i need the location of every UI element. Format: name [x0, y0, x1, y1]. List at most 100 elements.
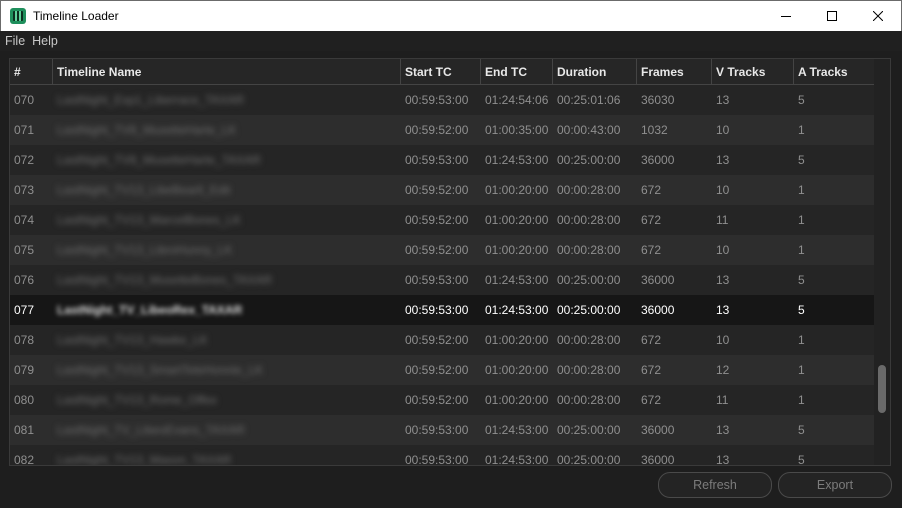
cell-duration: 00:25:00:00 — [557, 423, 621, 437]
window-controls — [763, 1, 901, 31]
scrollbar-thumb[interactable] — [878, 365, 886, 413]
table-row[interactable]: 076 LastNight_TV13_MusetteBones_TAXAR 00:5… — [10, 265, 876, 295]
column-header-frames[interactable]: Frames — [637, 59, 712, 85]
cell-duration: 00:00:28:00 — [557, 333, 621, 347]
table-row[interactable]: 079 LastNight_TV13_SmartTeleHonnie_LK 00:5… — [10, 355, 876, 385]
table-row[interactable]: 082 LastNight_TV13_Mason_TAXAR 00:59:53:00… — [10, 445, 876, 466]
close-button[interactable] — [855, 1, 901, 31]
cell-v-tracks: 10 — [716, 333, 730, 347]
minimize-icon — [781, 16, 791, 17]
maximize-button[interactable] — [809, 1, 855, 31]
table-row[interactable]: 071 LastNight_TV8_MusetteHarte_LK 00:59:52… — [10, 115, 876, 145]
table-body: 070 LastNight_Exp1_Liberrace_TAXAR 00:59:5… — [10, 85, 876, 466]
cell-end-tc: 01:24:53:00 — [485, 273, 549, 287]
cell-row-number: 076 — [14, 273, 35, 287]
cell-duration: 00:00:28:00 — [557, 363, 621, 377]
cell-v-tracks: 13 — [716, 423, 730, 437]
table-row[interactable]: 073 LastNight_TV13_LibeBearll_Edit 00:59:5… — [10, 175, 876, 205]
minimize-button[interactable] — [763, 1, 809, 31]
refresh-button[interactable]: Refresh — [658, 472, 772, 498]
cell-timeline-name: LastNight_TV13_MarcelBones_LK — [57, 213, 242, 227]
cell-end-tc: 01:24:53:00 — [485, 453, 549, 466]
cell-a-tracks: 1 — [798, 123, 805, 137]
cell-timeline-name: LastNight_TV13_Mason_TAXAR — [57, 453, 232, 466]
column-header-timeline-name[interactable]: Timeline Name — [53, 59, 401, 85]
cell-start-tc: 00:59:53:00 — [405, 423, 469, 437]
cell-start-tc: 00:59:52:00 — [405, 123, 469, 137]
cell-v-tracks: 13 — [716, 153, 730, 167]
table-row[interactable]: 072 LastNight_TV8_MusetteHarte_TAXAR 00:59… — [10, 145, 876, 175]
cell-a-tracks: 1 — [798, 333, 805, 347]
cell-row-number: 078 — [14, 333, 35, 347]
column-header-number[interactable]: # — [10, 59, 53, 85]
cell-end-tc: 01:00:20:00 — [485, 243, 549, 257]
cell-duration: 00:00:43:00 — [557, 123, 621, 137]
cell-v-tracks: 10 — [716, 123, 730, 137]
cell-timeline-name: LastNight_TV8_MusetteHarte_TAXAR — [57, 153, 261, 167]
column-header-start-tc[interactable]: Start TC — [401, 59, 481, 85]
cell-row-number: 082 — [14, 453, 35, 466]
table-row[interactable]: 081 LastNight_TV_LibeoEvans_TAXAR 00:59:53… — [10, 415, 876, 445]
menu-help[interactable]: Help — [32, 34, 58, 48]
menu-bar: File Help — [0, 31, 902, 51]
cell-duration: 00:25:00:00 — [557, 303, 621, 317]
cell-start-tc: 00:59:52:00 — [405, 333, 469, 347]
table-row[interactable]: 080 LastNight_TV13_Rome_Offex 00:59:52:00 0… — [10, 385, 876, 415]
cell-timeline-name: LastNight_TV8_MusetteHarte_LK — [57, 123, 237, 137]
cell-row-number: 075 — [14, 243, 35, 257]
cell-a-tracks: 1 — [798, 363, 805, 377]
app-icon — [10, 8, 26, 24]
cell-row-number: 079 — [14, 363, 35, 377]
cell-a-tracks: 1 — [798, 243, 805, 257]
cell-frames: 672 — [641, 393, 662, 407]
cell-frames: 672 — [641, 183, 662, 197]
timeline-table: # Timeline Name Start TC End TC Duration… — [9, 58, 891, 466]
cell-v-tracks: 10 — [716, 183, 730, 197]
cell-start-tc: 00:59:53:00 — [405, 453, 469, 466]
cell-frames: 672 — [641, 213, 662, 227]
table-row[interactable]: 074 LastNight_TV13_MarcelBones_LK 00:59:52… — [10, 205, 876, 235]
cell-duration: 00:25:00:00 — [557, 153, 621, 167]
cell-frames: 672 — [641, 243, 662, 257]
cell-frames: 36000 — [641, 303, 675, 317]
cell-v-tracks: 13 — [716, 273, 730, 287]
column-header-v-tracks[interactable]: V Tracks — [712, 59, 794, 85]
cell-v-tracks: 13 — [716, 453, 730, 466]
cell-duration: 00:25:00:00 — [557, 273, 621, 287]
cell-start-tc: 00:59:52:00 — [405, 183, 469, 197]
cell-timeline-name: LastNight_TV13_Rome_Offex — [57, 393, 217, 407]
cell-duration: 00:25:01:06 — [557, 93, 621, 107]
cell-frames: 672 — [641, 333, 662, 347]
table-row[interactable]: 075 LastNight_TV13_LibroHunny_LK 00:59:52:… — [10, 235, 876, 265]
cell-frames: 36030 — [641, 93, 675, 107]
column-header-end-tc[interactable]: End TC — [481, 59, 553, 85]
cell-row-number: 071 — [14, 123, 35, 137]
cell-v-tracks: 12 — [716, 363, 730, 377]
cell-start-tc: 00:59:53:00 — [405, 303, 469, 317]
table-header: # Timeline Name Start TC End TC Duration… — [10, 59, 876, 85]
export-button[interactable]: Export — [778, 472, 892, 498]
column-header-a-tracks[interactable]: A Tracks — [794, 59, 876, 85]
cell-row-number: 073 — [14, 183, 35, 197]
cell-a-tracks: 5 — [798, 273, 805, 287]
column-header-duration[interactable]: Duration — [553, 59, 637, 85]
cell-frames: 36000 — [641, 423, 675, 437]
cell-a-tracks: 5 — [798, 453, 805, 466]
cell-end-tc: 01:00:20:00 — [485, 363, 549, 377]
table-row[interactable]: 078 LastNight_TV13_Hawke_LK 00:59:52:00 01:… — [10, 325, 876, 355]
cell-duration: 00:00:28:00 — [557, 213, 621, 227]
cell-row-number: 077 — [14, 303, 35, 317]
vertical-scrollbar[interactable] — [874, 59, 890, 465]
table-row[interactable]: 077 LastNight_TV_LibeoRex_TAXAR 00:59:53:0… — [10, 295, 876, 325]
cell-timeline-name: LastNight_TV13_SmartTeleHonnie_LK — [57, 363, 264, 377]
cell-row-number: 070 — [14, 93, 35, 107]
cell-timeline-name: LastNight_TV13_Hawke_LK — [57, 333, 208, 347]
cell-v-tracks: 11 — [716, 393, 729, 407]
cell-end-tc: 01:00:20:00 — [485, 183, 549, 197]
cell-timeline-name: LastNight_TV13_LibeBearll_Edit — [57, 183, 231, 197]
maximize-icon — [827, 11, 837, 21]
table-row[interactable]: 070 LastNight_Exp1_Liberrace_TAXAR 00:59:5… — [10, 85, 876, 115]
menu-file[interactable]: File — [5, 34, 25, 48]
cell-timeline-name: LastNight_TV13_MusetteBones_TAXAR — [57, 273, 273, 287]
cell-frames: 672 — [641, 363, 662, 377]
